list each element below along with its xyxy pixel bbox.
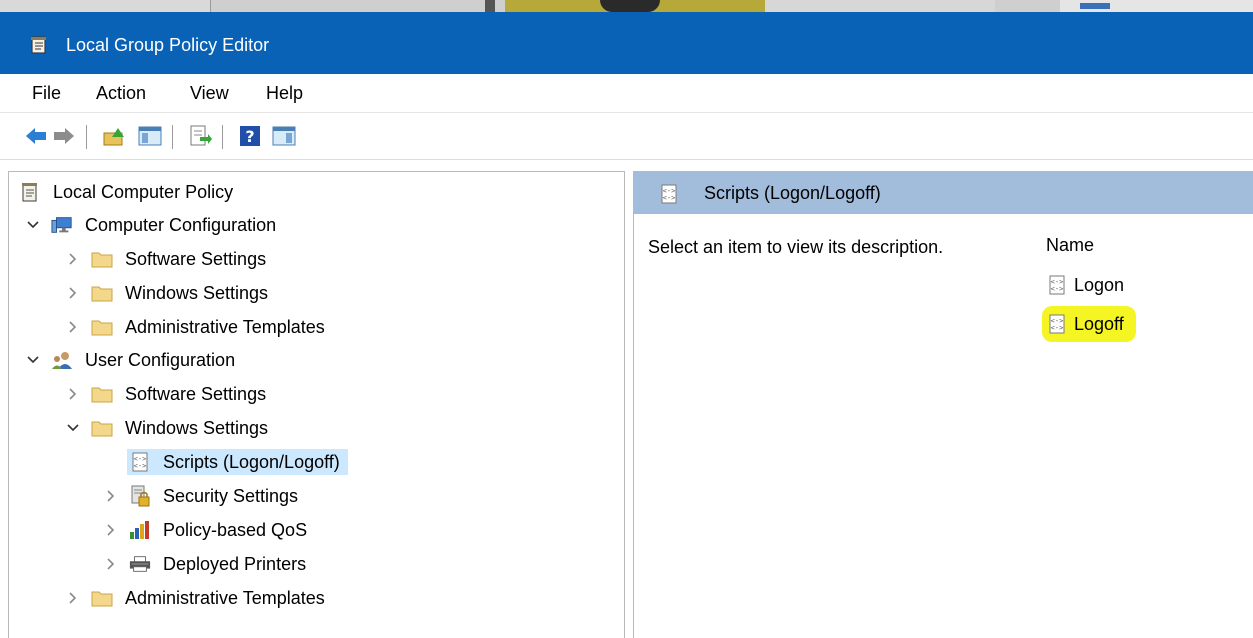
- script-icon: <-> <->: [129, 451, 151, 473]
- toolbar-separator: [222, 125, 223, 149]
- menu-help[interactable]: Help: [262, 82, 307, 104]
- menu-file[interactable]: File: [28, 82, 65, 104]
- menu-bar: File Action View Help: [0, 74, 1253, 113]
- background-desktop-strip: [0, 0, 1253, 12]
- console-tree-icon: [138, 126, 162, 146]
- window-title: Local Group Policy Editor: [66, 35, 270, 55]
- details-pane: <-> <-> Scripts (Logon/Logoff) Select an …: [633, 171, 1253, 638]
- printer-icon: [129, 553, 151, 575]
- details-header-title: Scripts (Logon/Logoff): [704, 183, 881, 203]
- svg-text:<->: <->: [1051, 324, 1064, 332]
- menu-view[interactable]: View: [186, 82, 233, 104]
- tree-item-local-computer-policy[interactable]: Local Computer Policy: [19, 177, 235, 207]
- console-tree: Local Computer Policy Computer Configura…: [8, 171, 625, 638]
- details-description: Select an item to view its description.: [648, 237, 944, 257]
- tree-item-administrative-templates[interactable]: Administrative Templates: [63, 312, 327, 342]
- chevron-right-icon[interactable]: [101, 554, 121, 574]
- tree-item-security-settings[interactable]: Security Settings: [101, 481, 300, 511]
- tree-item-label: Administrative Templates: [125, 317, 325, 337]
- up-one-level-button[interactable]: [100, 122, 128, 150]
- export-list-button[interactable]: [186, 122, 214, 150]
- tree-item-label: Computer Configuration: [85, 215, 277, 235]
- tree-item-label: Administrative Templates: [125, 588, 325, 608]
- tree-item-label: Software Settings: [125, 249, 267, 269]
- chevron-right-icon[interactable]: [101, 486, 121, 506]
- action-pane-icon: [272, 126, 296, 146]
- tree-item-scripts-logon-logoff[interactable]: <-> <-> Scripts (Logon/Logoff): [127, 447, 348, 477]
- toolbar-separator: [86, 125, 87, 149]
- chevron-right-icon[interactable]: [101, 520, 121, 540]
- help-icon: ?: [240, 126, 260, 146]
- script-icon: <-> <->: [1046, 313, 1068, 335]
- forward-button[interactable]: [50, 122, 78, 150]
- folder-icon: [91, 316, 113, 338]
- tree-item-label: Software Settings: [125, 384, 267, 404]
- list-item-label: Logoff: [1074, 313, 1124, 334]
- svg-text:<->: <->: [134, 462, 147, 470]
- bar-chart-icon: [129, 519, 151, 541]
- toolbar: ?: [0, 113, 1253, 160]
- tree-item-deployed-printers[interactable]: Deployed Printers: [101, 549, 308, 579]
- details-header: <-> <-> Scripts (Logon/Logoff): [634, 172, 1253, 214]
- users-icon: [51, 349, 73, 371]
- list-item-label: Logon: [1074, 274, 1125, 295]
- show-hide-action-pane-button[interactable]: [270, 122, 298, 150]
- policy-document-icon: [19, 181, 41, 203]
- chevron-right-icon[interactable]: [63, 384, 83, 404]
- back-button[interactable]: [22, 122, 50, 150]
- show-hide-console-tree-button[interactable]: [136, 122, 164, 150]
- chevron-right-icon[interactable]: [63, 249, 83, 269]
- policy-document-icon: [30, 36, 48, 54]
- tree-item-windows-settings[interactable]: Windows Settings: [63, 278, 270, 308]
- chevron-right-icon[interactable]: [63, 283, 83, 303]
- folder-up-icon: [103, 128, 124, 146]
- chevron-down-icon[interactable]: [23, 350, 43, 370]
- selection-highlight: <-> <-> Scripts (Logon/Logoff): [127, 449, 348, 475]
- tree-item-policy-based-qos[interactable]: Policy-based QoS: [101, 515, 309, 545]
- computer-icon: [51, 214, 73, 236]
- column-header-name[interactable]: Name: [1046, 234, 1094, 256]
- svg-text:<->: <->: [663, 194, 676, 202]
- folder-icon: [91, 417, 113, 439]
- tree-item-label: Windows Settings: [125, 283, 269, 303]
- title-bar[interactable]: Local Group Policy Editor: [0, 12, 1253, 74]
- tree-item-label: Local Computer Policy: [53, 182, 234, 202]
- tree-item-label: User Configuration: [85, 350, 236, 370]
- tree-item-label: Deployed Printers: [163, 554, 307, 574]
- folder-icon: [91, 282, 113, 304]
- tree-item-user-windows-settings[interactable]: Windows Settings: [63, 413, 270, 443]
- back-arrow-icon: [26, 128, 46, 144]
- toolbar-separator: [172, 125, 173, 149]
- svg-text:?: ?: [245, 127, 254, 146]
- script-icon: <-> <->: [660, 184, 680, 204]
- svg-text:<->: <->: [1051, 285, 1064, 293]
- folder-icon: [91, 383, 113, 405]
- tree-item-user-software-settings[interactable]: Software Settings: [63, 379, 268, 409]
- chevron-down-icon[interactable]: [23, 215, 43, 235]
- chevron-right-icon[interactable]: [63, 588, 83, 608]
- folder-icon: [91, 248, 113, 270]
- tree-item-label: Scripts (Logon/Logoff): [163, 452, 340, 472]
- tree-item-label: Policy-based QoS: [163, 520, 308, 540]
- security-lock-icon: [129, 485, 151, 507]
- chevron-right-icon[interactable]: [63, 317, 83, 337]
- script-icon: <-> <->: [1046, 274, 1068, 296]
- tree-item-software-settings[interactable]: Software Settings: [63, 244, 268, 274]
- export-list-icon: [190, 125, 212, 146]
- tree-item-label: Security Settings: [163, 486, 299, 506]
- tree-item-computer-configuration[interactable]: Computer Configuration: [23, 210, 278, 240]
- list-item-logon[interactable]: <-> <-> Logon: [1042, 270, 1136, 300]
- tree-item-user-configuration[interactable]: User Configuration: [23, 345, 237, 375]
- menu-action[interactable]: Action: [92, 82, 150, 104]
- folder-icon: [91, 587, 113, 609]
- list-item-logoff[interactable]: <-> <-> Logoff: [1042, 306, 1136, 342]
- tree-item-user-administrative-templates[interactable]: Administrative Templates: [63, 583, 327, 613]
- chevron-down-icon[interactable]: [63, 418, 83, 438]
- tree-item-label: Windows Settings: [125, 418, 269, 438]
- help-button[interactable]: ?: [236, 122, 264, 150]
- forward-arrow-icon: [54, 128, 74, 144]
